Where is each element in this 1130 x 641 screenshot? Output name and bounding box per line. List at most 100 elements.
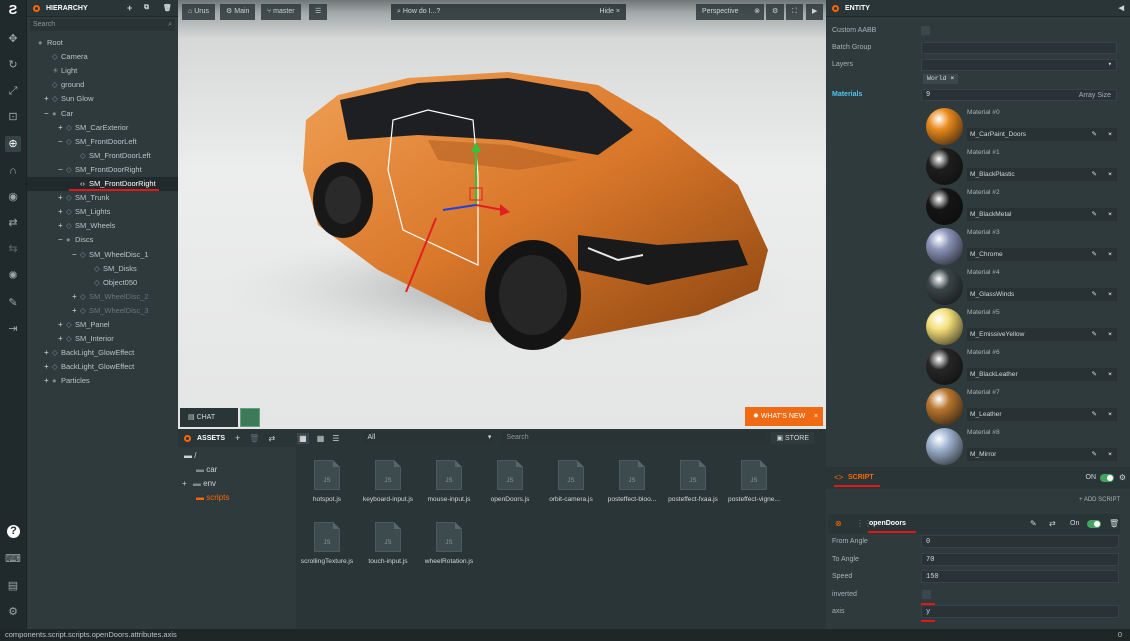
camera-select[interactable]: Perspective ⊗ (696, 4, 764, 20)
playcanvas-logo-icon[interactable]: Ƨ (5, 2, 21, 18)
material-preview[interactable] (926, 108, 963, 145)
asset-file[interactable]: JS touch-input.js (358, 522, 418, 565)
rotate-icon[interactable]: ↻ (5, 57, 21, 73)
hierarchy-item[interactable]: + ◇ SM_WheelDisc_3 (27, 304, 178, 318)
collapse-icon[interactable]: − (72, 248, 80, 262)
expand-icon[interactable]: + (58, 219, 66, 233)
list-view-icon[interactable]: ☰ (332, 434, 339, 443)
materials-count-field[interactable]: 9 Array Size (921, 89, 1117, 101)
code-editor-icon[interactable]: ✎ (5, 295, 21, 311)
resize-icon[interactable]: ⊡ (5, 109, 21, 125)
asset-file[interactable]: JS mouse-input.js (419, 460, 479, 503)
edit-icon[interactable]: ✎ (1091, 168, 1097, 181)
hierarchy-item[interactable]: ◇ Camera (27, 50, 178, 64)
material-field[interactable]: M_Leather ✎ × (967, 408, 1117, 421)
material-field[interactable]: M_CarPaint_Doors ✎ × (967, 128, 1117, 141)
edit-icon[interactable]: ✎ (1091, 368, 1097, 381)
eye-icon[interactable]: ◉ (5, 189, 21, 205)
expand-icon[interactable]: + (44, 374, 52, 388)
asset-file[interactable]: JS hotspot.js (297, 460, 357, 503)
asset-file[interactable]: JS posteffect-fxaa.js (663, 460, 723, 503)
asset-file[interactable]: JS keyboard-input.js (358, 460, 418, 503)
hierarchy-item[interactable]: ☀ Light (27, 64, 178, 78)
material-preview[interactable] (926, 388, 963, 425)
expand-icon[interactable]: + (58, 332, 66, 346)
undo-icon[interactable]: ⇄ (5, 215, 21, 231)
expand-icon[interactable]: + (72, 304, 80, 318)
material-field[interactable]: M_BlackPlastic ✎ × (967, 168, 1117, 181)
hierarchy-item[interactable]: + ◇ Sun Glow (27, 92, 178, 106)
hierarchy-item[interactable]: + ◇ SM_Interior (27, 332, 178, 346)
batch-group-select[interactable] (921, 42, 1117, 54)
project-button[interactable]: ⌂ Urus (182, 4, 215, 20)
close-icon[interactable]: × (814, 407, 818, 426)
duplicate-icon[interactable]: ⧉ (144, 4, 149, 12)
add-entity-icon[interactable]: + (127, 3, 132, 13)
edit-icon[interactable]: ✎ (1030, 519, 1037, 528)
hierarchy-item[interactable]: ◇ SM_Disks (27, 262, 178, 276)
edit-icon[interactable]: ✎ (1091, 408, 1097, 421)
asset-file[interactable]: JS posteffect-bloo... (602, 460, 662, 503)
expand-icon[interactable]: + (58, 318, 66, 332)
hierarchy-item[interactable]: + ◇ SM_Lights (27, 205, 178, 219)
refresh-icon[interactable]: ⇄ (268, 434, 275, 443)
magnet-icon[interactable]: ∩ (5, 163, 21, 179)
scale-icon[interactable]: ⤢ (5, 83, 21, 99)
material-preview[interactable] (926, 308, 963, 345)
folder-car[interactable]: ▬ car (196, 465, 217, 474)
script-enable-toggle[interactable] (1100, 474, 1114, 482)
panel-toggle-icon[interactable] (33, 4, 40, 12)
folder-env[interactable]: + ▬ env (182, 479, 216, 488)
hierarchy-search-input[interactable]: Search ⌕ (30, 19, 175, 31)
close-circle-icon[interactable]: ⊗ (754, 4, 760, 20)
delete-icon[interactable]: 🗑 (1109, 519, 1119, 528)
hierarchy-item[interactable]: − ◇ SM_WheelDisc_1 (27, 248, 178, 262)
asset-search-input[interactable]: Search (502, 432, 768, 444)
edit-icon[interactable]: ✎ (1091, 288, 1097, 301)
close-icon[interactable]: × (1108, 328, 1112, 341)
settings-icon[interactable]: ⚙ (5, 604, 21, 620)
asset-file[interactable]: JS wheelRotation.js (419, 522, 479, 565)
script-attribute-field[interactable]: y (921, 605, 1119, 618)
collapse-icon[interactable]: − (58, 233, 66, 247)
panel-toggle-icon[interactable] (184, 434, 191, 442)
material-field[interactable]: M_Mirror ✎ × (967, 448, 1117, 461)
store-button[interactable]: ▣ STORE (771, 432, 814, 444)
hierarchy-item[interactable]: + ◇ SM_WheelDisc_2 (27, 290, 178, 304)
asset-file[interactable]: JS scrollingTexture.js (297, 522, 357, 565)
script-attribute-field[interactable]: 0 (921, 535, 1119, 548)
user-avatar[interactable] (240, 408, 260, 427)
expand-icon[interactable]: + (58, 205, 66, 219)
collapse-icon[interactable]: − (58, 135, 66, 149)
chat-button[interactable]: ▤ CHAT (180, 408, 238, 427)
material-preview[interactable] (926, 228, 963, 265)
script-instance-toggle[interactable] (1087, 520, 1101, 528)
help-icon[interactable]: ? (7, 525, 20, 538)
folder-root[interactable]: ▬ / (184, 451, 196, 460)
close-icon[interactable]: × (1108, 408, 1112, 421)
hierarchy-item[interactable]: + ◇ BackLight_GlowEffect (27, 346, 178, 360)
hierarchy-item[interactable]: + ◇ SM_Trunk (27, 191, 178, 205)
edit-icon[interactable]: ✎ (1091, 248, 1097, 261)
asset-filter-select[interactable]: All ▾ (364, 432, 495, 444)
close-icon[interactable]: × (1108, 448, 1112, 461)
close-icon[interactable]: × (1108, 128, 1112, 141)
edit-icon[interactable]: ✎ (1091, 448, 1097, 461)
menu-button[interactable]: ☰ (309, 4, 328, 20)
edit-icon[interactable]: ✎ (1091, 128, 1097, 141)
hierarchy-item[interactable]: − ◇ SM_FrontDoorRight (27, 163, 178, 177)
add-asset-icon[interactable]: + (235, 433, 240, 443)
panel-toggle-icon[interactable] (832, 4, 839, 12)
car-render[interactable] (178, 0, 826, 429)
hierarchy-item[interactable]: ◇ Object050 (27, 276, 178, 290)
material-preview[interactable] (926, 148, 963, 185)
hierarchy-item[interactable]: − ● Car (27, 107, 178, 121)
material-field[interactable]: M_BlackMetal ✎ × (967, 208, 1117, 221)
close-icon[interactable]: × (1108, 288, 1112, 301)
parse-icon[interactable]: ⇄ (1049, 519, 1056, 528)
collapse-icon[interactable]: − (58, 163, 66, 177)
collapse-icon[interactable]: − (44, 107, 52, 121)
hierarchy-item[interactable]: ● Root (27, 36, 178, 50)
grid-small-icon[interactable]: ▦ (317, 434, 325, 443)
publish-icon[interactable]: ⇥ (5, 321, 21, 337)
